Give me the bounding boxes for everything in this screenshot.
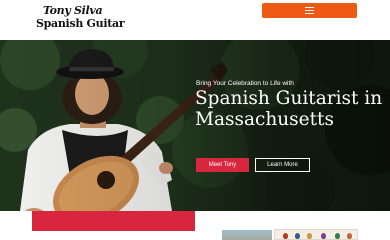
hero-headline: Spanish Guitarist in Massachusetts bbox=[195, 88, 383, 130]
logo-name: Tony Silva bbox=[43, 4, 103, 17]
hamburger-icon bbox=[305, 7, 314, 15]
hero-eyebrow: Bring Your Celebration to Life with bbox=[196, 80, 294, 87]
logo-tagline: Spanish Guitar bbox=[36, 17, 125, 30]
gallery-thumbnail bbox=[222, 230, 272, 240]
learn-more-button[interactable]: Learn More bbox=[255, 158, 310, 172]
site-logo[interactable]: Tony Silva Spanish Guitar bbox=[36, 4, 125, 35]
gallery-card bbox=[274, 229, 358, 240]
site-header: Tony Silva Spanish Guitar bbox=[0, 0, 390, 40]
section-accent-block bbox=[32, 211, 195, 231]
meet-tony-button[interactable]: Meet Tony bbox=[196, 158, 249, 172]
hero-banner: Bring Your Celebration to Life with Span… bbox=[0, 40, 390, 211]
menu-button[interactable] bbox=[262, 3, 357, 18]
